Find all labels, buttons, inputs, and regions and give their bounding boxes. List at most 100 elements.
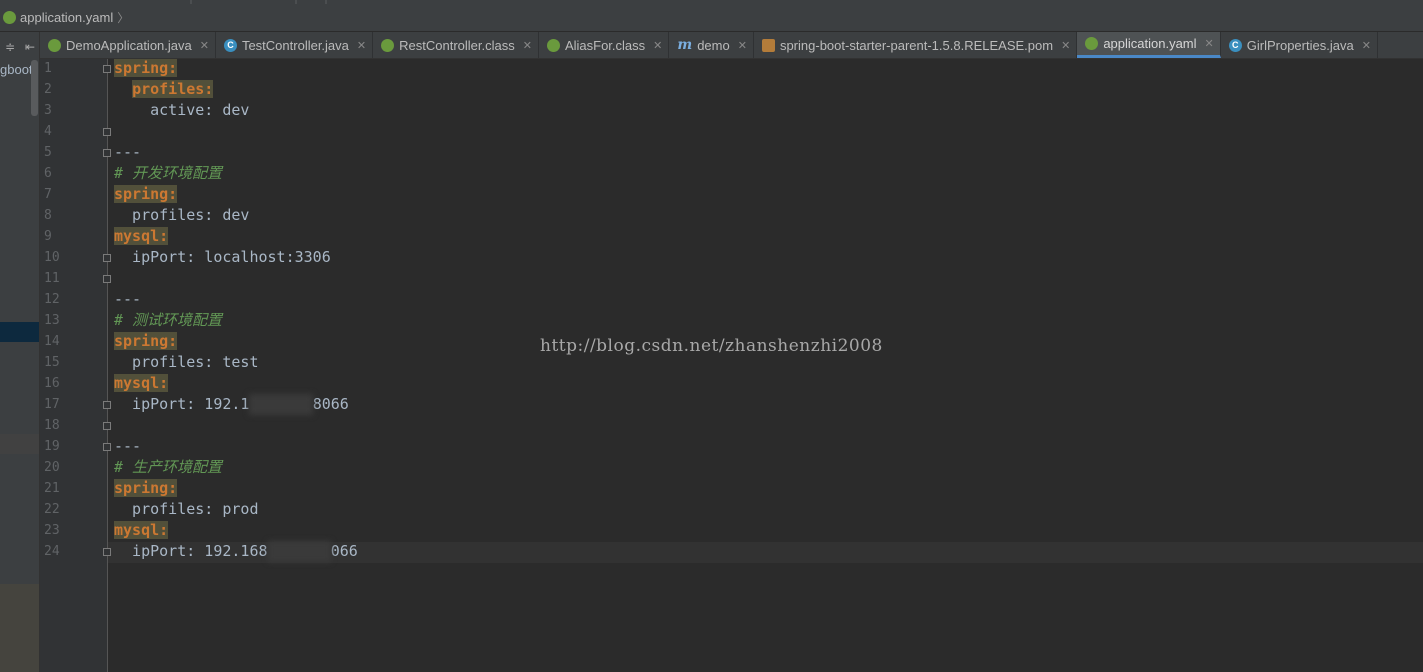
expand-icon[interactable]: ≑ <box>5 40 15 54</box>
code-line[interactable]: active: dev <box>114 100 249 121</box>
code-text: --- <box>114 290 142 308</box>
editor-tab-bar: DemoApplication.java ✕ C TestController.jav… <box>40 32 1423 59</box>
code-line[interactable]: ipPort: 192.100000008066 <box>114 394 349 415</box>
tree-selection-highlight[interactable] <box>0 322 39 342</box>
close-icon[interactable]: ✕ <box>1205 37 1214 50</box>
fold-marker-icon[interactable] <box>103 254 111 262</box>
breadcrumb-file[interactable]: application.yaml <box>20 10 113 25</box>
spring-leaf-icon <box>48 38 61 52</box>
code-text: profiles: test <box>114 353 259 371</box>
code-text: active: dev <box>114 101 250 119</box>
tab-label: DemoApplication.java <box>66 37 192 53</box>
project-tool-window: ≑ ⇤ gboot <box>0 32 40 672</box>
java-class-icon: C <box>1228 38 1242 52</box>
line-number: 9 <box>44 229 52 244</box>
yaml-value: 066 <box>330 542 358 560</box>
tab-testcontroller-java[interactable]: C TestController.java ✕ <box>216 32 374 58</box>
code-line[interactable]: profiles: dev <box>114 205 249 226</box>
yaml-value: ipPort: 192.168 <box>114 542 268 560</box>
pom-file-icon <box>761 38 775 52</box>
tab-demoapplication-java[interactable]: DemoApplication.java ✕ <box>40 32 216 58</box>
code-line[interactable]: mysql: <box>114 373 169 394</box>
code-line[interactable]: spring: <box>114 478 178 499</box>
fold-marker-icon[interactable] <box>103 422 111 430</box>
spring-leaf-icon <box>1085 37 1099 50</box>
tab-aliasfor-class[interactable]: AliasFor.class ✕ <box>539 32 670 58</box>
code-line[interactable]: ipPort: 192.1680000000066 <box>114 541 358 562</box>
fold-marker-icon[interactable] <box>103 149 111 157</box>
collapse-icon[interactable]: ⇤ <box>25 40 35 54</box>
line-number: 6 <box>44 166 52 181</box>
line-number: 8 <box>44 208 52 223</box>
tab-label: application.yaml <box>1103 36 1197 51</box>
fold-marker-icon[interactable] <box>103 443 111 451</box>
line-number: 14 <box>44 334 60 349</box>
code-line[interactable]: --- <box>114 436 141 457</box>
close-icon[interactable]: ✕ <box>523 39 532 52</box>
yaml-key: profiles: <box>132 80 214 98</box>
java-class-icon: C <box>223 38 237 52</box>
spring-leaf-icon <box>381 38 395 52</box>
tab-label: TestController.java <box>241 37 349 53</box>
code-line[interactable]: spring: <box>114 184 178 205</box>
code-line[interactable]: mysql: <box>114 520 169 541</box>
fold-marker-icon[interactable] <box>103 128 111 136</box>
code-line[interactable]: # 开发环境配置 <box>114 163 222 184</box>
fold-marker-icon[interactable] <box>103 548 111 556</box>
tab-restcontroller-class[interactable]: RestController.class ✕ <box>373 32 539 58</box>
close-icon[interactable]: ✕ <box>1362 39 1371 52</box>
code-line[interactable]: # 测试环境配置 <box>114 310 222 331</box>
spring-leaf-icon <box>3 11 16 24</box>
tab-demo[interactable]: m demo ✕ <box>669 32 754 58</box>
tab-label: RestController.class <box>399 37 515 53</box>
close-icon[interactable]: ✕ <box>653 39 662 52</box>
line-number: 11 <box>44 271 60 286</box>
maven-module-icon: m <box>677 37 693 53</box>
line-number: 12 <box>44 292 60 307</box>
code-line[interactable]: # 生产环境配置 <box>114 457 222 478</box>
line-number: 19 <box>44 439 60 454</box>
fold-marker-icon[interactable] <box>103 65 111 73</box>
yaml-comment: # 生产环境配置 <box>114 458 223 476</box>
tab-application-yaml[interactable]: application.yaml ✕ <box>1077 32 1221 58</box>
line-number: 23 <box>44 523 60 538</box>
line-number: 2 <box>44 82 52 97</box>
code-line[interactable]: --- <box>114 142 141 163</box>
fold-marker-icon[interactable] <box>103 275 111 283</box>
project-tools: ≑ ⇤ <box>0 36 40 58</box>
line-number: 4 <box>44 124 52 139</box>
close-icon[interactable]: ✕ <box>1061 39 1070 52</box>
fold-marker-icon[interactable] <box>103 401 111 409</box>
code-line[interactable]: ipPort: localhost:3306 <box>114 247 331 268</box>
tab-label: AliasFor.class <box>564 37 646 53</box>
line-number: 3 <box>44 103 52 118</box>
line-number: 22 <box>44 502 60 517</box>
line-number: 16 <box>44 376 60 391</box>
code-line[interactable]: spring: <box>114 331 178 352</box>
yaml-key: mysql: <box>114 374 169 392</box>
code-text: --- <box>114 143 142 161</box>
code-line[interactable]: profiles: <box>114 79 214 100</box>
close-icon[interactable]: ✕ <box>738 39 747 52</box>
code-text: profiles: dev <box>114 206 250 224</box>
line-number: 20 <box>44 460 60 475</box>
line-number: 21 <box>44 481 60 496</box>
project-scrollbar[interactable] <box>31 60 38 116</box>
tab-label: spring-boot-starter-parent-1.5.8.RELEASE… <box>779 37 1054 53</box>
code-line[interactable]: --- <box>114 289 141 310</box>
yaml-key: mysql: <box>114 227 169 245</box>
spring-leaf-icon <box>546 38 560 52</box>
yaml-comment: # 开发环境配置 <box>114 164 223 182</box>
code-line[interactable]: profiles: test <box>114 352 259 373</box>
tab-label: GirlProperties.java <box>1246 37 1354 53</box>
tab-spring-boot-starter-parent-1-5-8-release-pom[interactable]: spring-boot-starter-parent-1.5.8.RELEASE… <box>754 32 1078 58</box>
close-icon[interactable]: ✕ <box>357 39 366 52</box>
tab-girlproperties-java[interactable]: C GirlProperties.java ✕ <box>1221 32 1378 58</box>
redacted-block: 0000000 <box>249 394 313 415</box>
tree-row-highlight[interactable] <box>0 434 39 454</box>
code-line[interactable]: mysql: <box>114 226 169 247</box>
code-line[interactable]: profiles: prod <box>114 499 258 520</box>
line-number: 18 <box>44 418 60 433</box>
close-icon[interactable]: ✕ <box>200 39 209 52</box>
code-line[interactable]: spring: <box>114 58 178 79</box>
